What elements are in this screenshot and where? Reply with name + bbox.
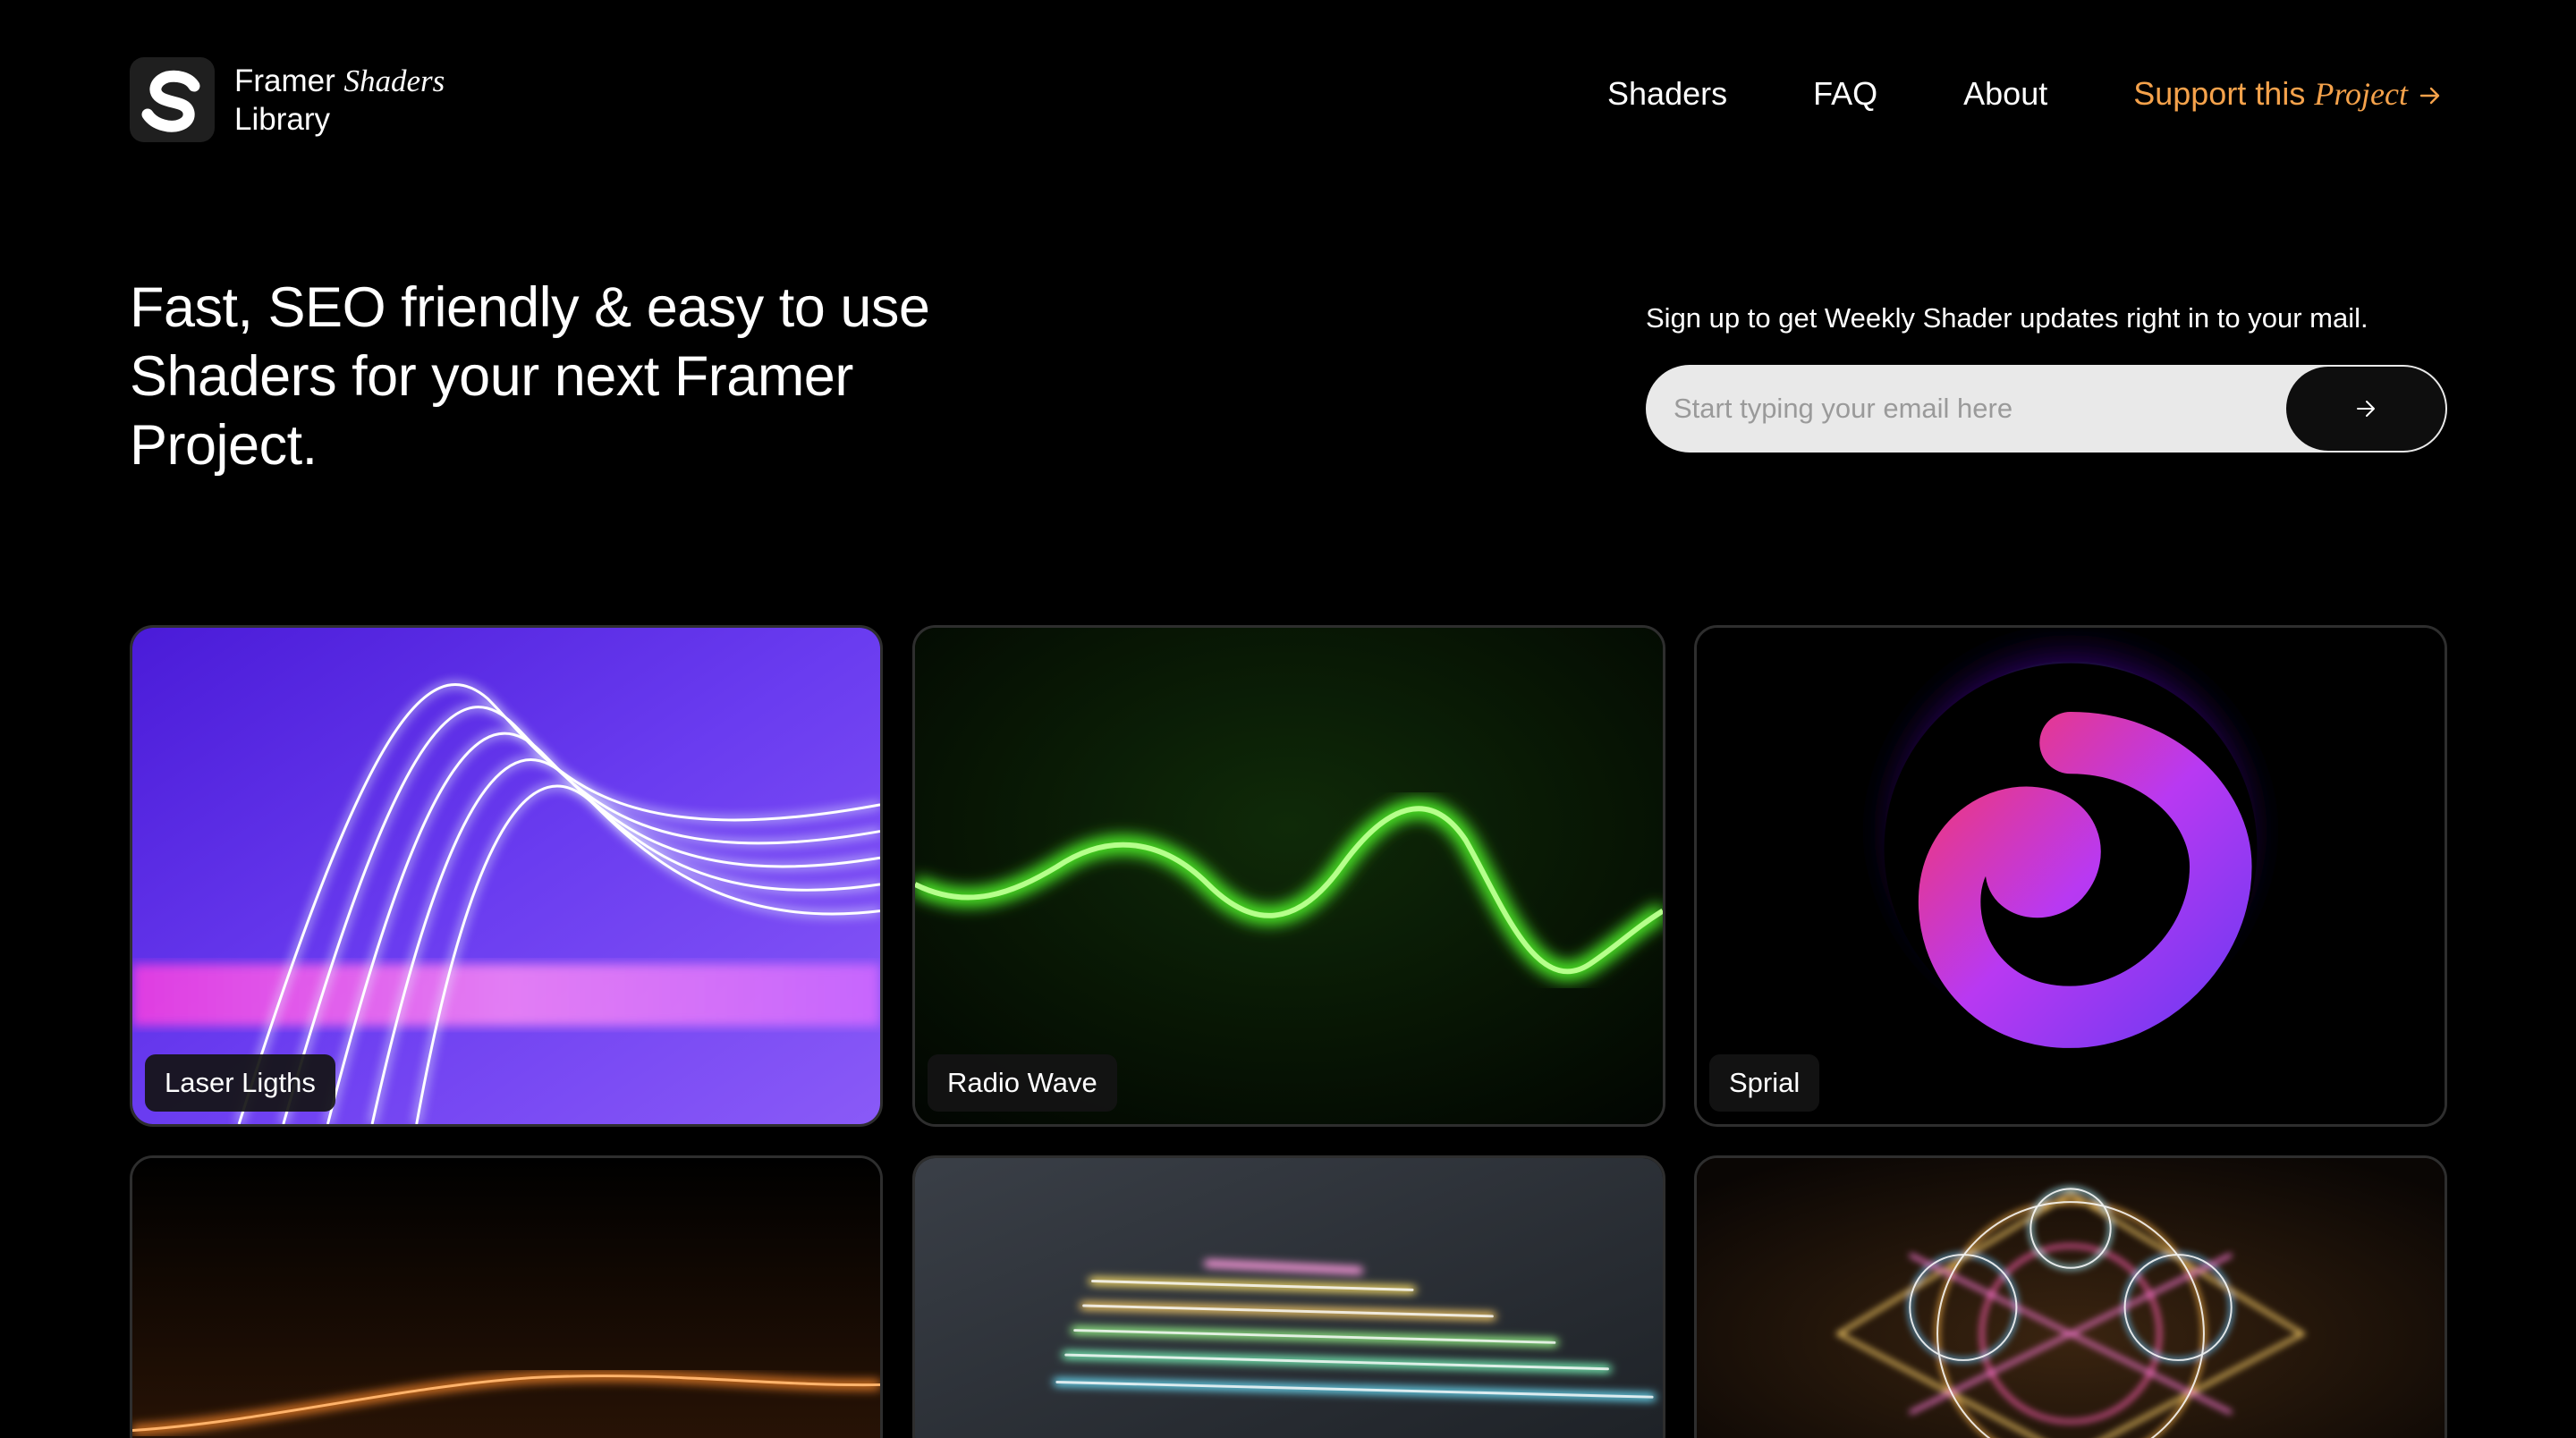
kaleidoscope-preview (1697, 1158, 2445, 1438)
submit-button[interactable] (2286, 367, 2445, 451)
shader-card-kaleidoscope[interactable] (1694, 1155, 2447, 1438)
main-nav: Shaders FAQ About Support this Project (1607, 75, 2442, 113)
nav-link-support[interactable]: Support this Project (2133, 75, 2442, 113)
email-input[interactable] (1646, 365, 2308, 453)
shader-card-laser-lights[interactable]: Laser Ligths (130, 625, 883, 1127)
shader-card-radio-wave[interactable]: Radio Wave (912, 625, 1665, 1127)
laser-lights-preview (132, 628, 880, 1124)
shader-card-label: Sprial (1709, 1054, 1820, 1112)
nav-link-shaders[interactable]: Shaders (1607, 75, 1727, 113)
shader-card-label: Radio Wave (928, 1054, 1117, 1112)
s-logo-icon (130, 57, 215, 142)
newsletter-signup: Sign up to get Weekly Shader updates rig… (1646, 302, 2447, 453)
radio-wave-preview (915, 628, 1663, 1124)
shader-card-rainbow-stairs[interactable] (912, 1155, 1665, 1438)
brand-name-italic: Shaders (343, 63, 445, 98)
shader-card-spiral[interactable]: Sprial (1694, 625, 2447, 1127)
arrow-right-icon (2357, 401, 2375, 417)
brand-name-line2: Library (234, 101, 330, 137)
rainbow-stairs-preview (915, 1158, 1663, 1438)
support-label: Support this (2133, 75, 2306, 112)
spiral-preview (1697, 628, 2445, 1124)
brand-logo[interactable]: Framer Shaders Library (130, 57, 445, 142)
signup-form (1646, 365, 2447, 453)
orange-line-preview (132, 1158, 880, 1438)
shader-card-label: Laser Ligths (145, 1054, 335, 1112)
nav-link-about[interactable]: About (1963, 75, 2047, 113)
shader-card-orange-line[interactable] (130, 1155, 883, 1438)
brand-name-line1: Framer (234, 63, 335, 98)
support-label-italic: Project (2314, 76, 2408, 112)
nav-link-faq[interactable]: FAQ (1813, 75, 1877, 113)
hero-title: Fast, SEO friendly & easy to use Shaders… (130, 276, 930, 477)
arrow-right-icon (2419, 87, 2440, 105)
brand-name: Framer Shaders Library (234, 62, 445, 139)
signup-label: Sign up to get Weekly Shader updates rig… (1646, 302, 2368, 334)
